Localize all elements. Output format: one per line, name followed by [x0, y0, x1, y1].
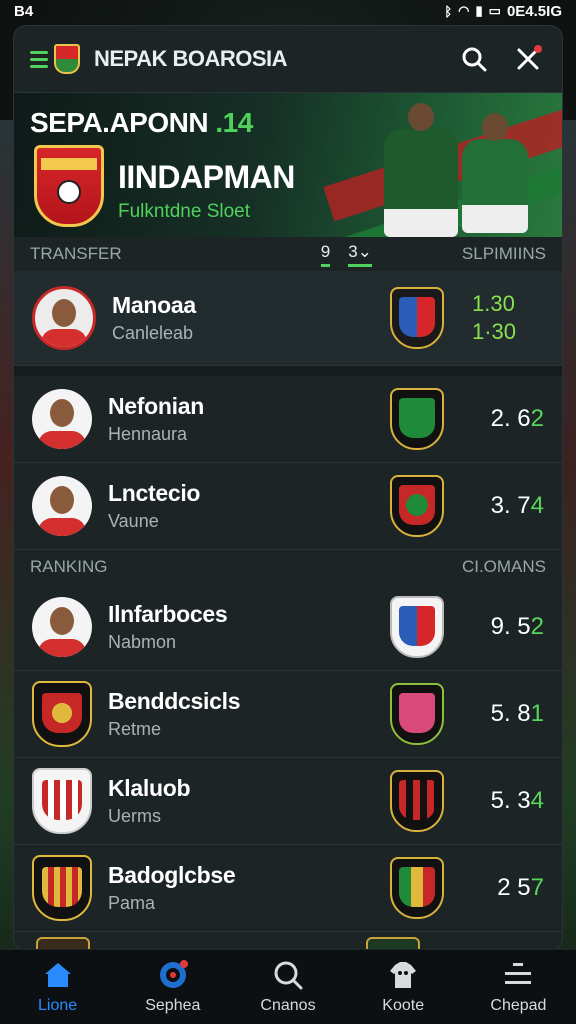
- transfer-section-header: TRANSFER 9 3⌄ SLPIMIINS: [14, 237, 562, 271]
- score: 9. 52: [490, 613, 544, 640]
- score: 2. 62: [490, 405, 544, 432]
- player-club: Canleleab: [112, 323, 194, 343]
- nav-item-cnanos[interactable]: Cnanos: [230, 950, 345, 1024]
- team-badge-icon: [390, 596, 444, 658]
- player-name: Badoglcbse: [108, 862, 236, 888]
- list-item[interactable]: Ilnfarboces Nabmon 9. 52: [14, 584, 562, 671]
- status-time: B4: [14, 2, 34, 20]
- player-name: Lnctecio: [108, 480, 201, 506]
- nav-item-home[interactable]: Lione: [0, 950, 115, 1024]
- hero-player-image: [462, 113, 528, 233]
- avatar: [32, 286, 96, 350]
- app-header: NEPAK BOAROSIA: [14, 26, 562, 93]
- list-item[interactable]: Nefonian Hennaura 2. 62: [14, 376, 562, 463]
- player-name: Nefonian: [108, 393, 204, 419]
- notification-dot: [534, 45, 542, 53]
- club-logo-icon: [32, 681, 92, 747]
- player-club: Uerms: [108, 806, 161, 826]
- status-right-text: 0E4.5IG: [506, 2, 562, 20]
- avatar: [32, 389, 92, 449]
- hero-name: IINDAPMAN: [118, 159, 295, 195]
- filter-tab[interactable]: 9: [320, 242, 331, 267]
- list-item[interactable]: Manoaa Canleleab 1.30 1·30: [14, 271, 562, 366]
- player-name: Manoaa: [112, 292, 196, 318]
- filter-tab[interactable]: 3⌄: [348, 242, 372, 267]
- team-badge-icon: [390, 287, 444, 349]
- player-club: Retme: [108, 719, 162, 739]
- menu-icon[interactable]: [30, 50, 48, 68]
- score: 5. 34: [490, 787, 544, 814]
- app-logo: [54, 44, 80, 74]
- section-title: RANKING: [30, 557, 108, 576]
- club-logo-icon: [32, 855, 92, 921]
- target-icon: [157, 959, 189, 991]
- app-title: NEPAK BOAROSIA: [94, 46, 288, 71]
- player-club: Hennaura: [108, 424, 188, 444]
- section-title: TRANSFER: [30, 244, 122, 263]
- list-item[interactable]: Klaluob Uerms 5. 34: [14, 758, 562, 845]
- player-name: Ilnfarboces: [108, 601, 228, 627]
- score: 3. 74: [490, 492, 544, 519]
- wifi-icon: ◠: [458, 3, 470, 18]
- team-badge-icon: [390, 475, 444, 537]
- bluetooth-icon: ᛒ: [444, 3, 453, 19]
- bottom-nav: Lione Sephea Cnanos Koote Chepad: [0, 949, 576, 1024]
- status-bar: B4 ᛒ ◠ ▮ ▭ 0E4.5IG: [0, 0, 576, 22]
- team-badge-icon: [390, 770, 444, 832]
- player-name: Klaluob: [108, 775, 191, 801]
- player-club: Vaune: [108, 511, 159, 531]
- menu-icon: [502, 959, 534, 991]
- nav-item-sephea[interactable]: Sephea: [115, 950, 230, 1024]
- main-panel: NEPAK BOAROSIA SEPA.APONN .14 IINDAPMAN …: [14, 26, 562, 950]
- score: 1.30 1·30: [472, 291, 517, 344]
- battery-icon: ▭: [488, 3, 501, 18]
- avatar: [32, 597, 92, 657]
- jersey-icon: [387, 959, 419, 991]
- search-button[interactable]: [456, 41, 492, 77]
- player-club: Nabmon: [108, 632, 177, 652]
- team-badge-icon: [390, 388, 444, 450]
- ranking-section-header: RANKING CI.OMANS: [14, 550, 562, 584]
- score: 2 57: [497, 874, 544, 901]
- list-item[interactable]: Lnctecio Vaune 3. 74: [14, 463, 562, 550]
- nav-item-chepad[interactable]: Chepad: [461, 950, 576, 1024]
- hero-club-crest: [34, 145, 104, 227]
- list-item-partial: [14, 932, 562, 950]
- search-icon: [462, 47, 487, 72]
- score: 5. 81: [490, 700, 544, 727]
- home-icon: [42, 959, 74, 991]
- hero-banner[interactable]: SEPA.APONN .14 IINDAPMAN Fulkntdne Sloet: [14, 93, 562, 237]
- hero-subtitle: Fulkntdne Sloet: [118, 201, 251, 222]
- player-club: Pama: [108, 893, 156, 913]
- signal-icon: ▮: [475, 3, 483, 18]
- hero-player-image: [384, 103, 458, 237]
- close-button[interactable]: [510, 41, 546, 77]
- team-badge-icon: [390, 683, 444, 745]
- avatar: [32, 476, 92, 536]
- section-right-label: SLPIMIINS: [461, 244, 546, 263]
- team-badge-icon: [390, 857, 444, 919]
- player-name: Benddcsicls: [108, 688, 241, 714]
- nav-item-koote[interactable]: Koote: [346, 950, 461, 1024]
- list-item[interactable]: Badoglcbse Pama 2 57: [14, 845, 562, 932]
- search-icon: [272, 959, 304, 991]
- list-item[interactable]: Benddcsicls Retme 5. 81: [14, 671, 562, 758]
- club-logo-icon: [32, 768, 92, 834]
- section-right-label: CI.OMANS: [461, 557, 546, 576]
- hero-title: SEPA.APONN .14: [30, 107, 253, 138]
